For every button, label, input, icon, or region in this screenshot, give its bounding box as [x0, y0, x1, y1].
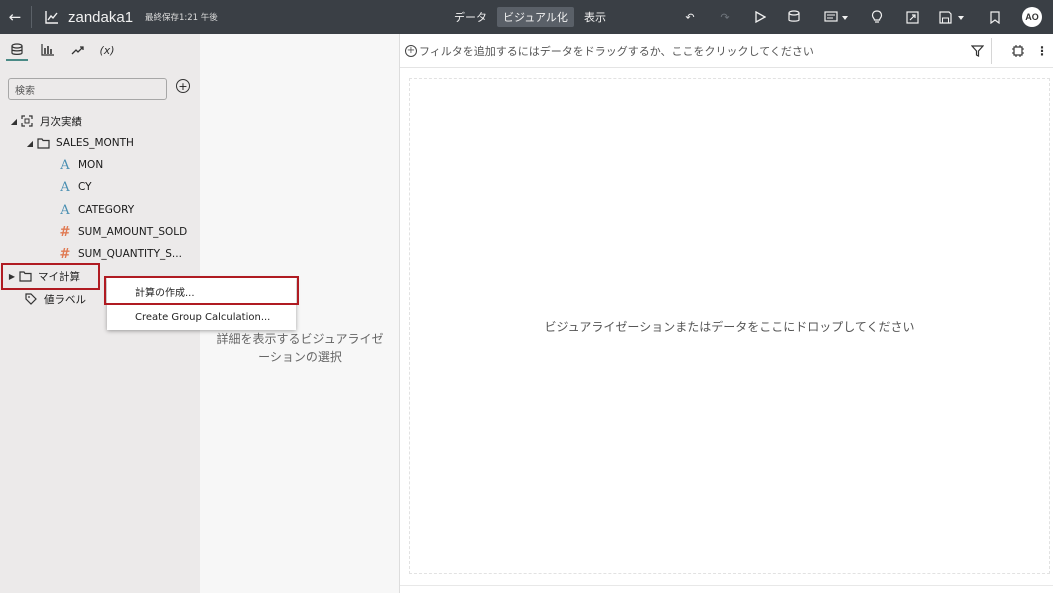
- comment-dropdown-icon[interactable]: [822, 0, 852, 34]
- tree-item-label: SALES_MONTH: [56, 137, 134, 149]
- redo-icon[interactable]: ↷: [715, 0, 735, 34]
- save-status: 最終保存1:21 午後: [145, 13, 218, 23]
- caret-down-icon[interactable]: ◢: [24, 139, 36, 148]
- back-arrow-icon[interactable]: ←: [6, 0, 24, 34]
- field-label: CY: [78, 181, 92, 193]
- filter-add-hint[interactable]: + フィルタを追加するにはデータをドラッグするか、ここをクリックしてください: [405, 43, 814, 59]
- properties-placeholder: 詳細を表示するビジュアライゼーションの選択: [216, 332, 384, 364]
- field-label: SUM_AMOUNT_SOLD: [78, 226, 188, 238]
- caret-down-icon[interactable]: ◢: [8, 117, 20, 126]
- grammar-panel-icon[interactable]: [1009, 42, 1027, 60]
- tree-field-cy[interactable]: A CY: [58, 177, 92, 197]
- save-dropdown-icon[interactable]: [938, 0, 968, 34]
- highlight-box-create-calculation: [104, 276, 299, 305]
- project-title[interactable]: zandaka1: [68, 0, 133, 34]
- tree-item-label: 月次実績: [40, 115, 82, 128]
- field-label: CATEGORY: [78, 204, 135, 216]
- visualizations-tab-icon[interactable]: [36, 39, 58, 61]
- data-tab-icon[interactable]: [6, 39, 28, 61]
- tree-item-monthly-results[interactable]: ◢ 月次実績: [8, 111, 82, 131]
- tab-data[interactable]: データ: [448, 7, 493, 27]
- add-filter-icon[interactable]: +: [405, 45, 417, 57]
- variables-tab-icon[interactable]: (x): [96, 39, 118, 61]
- tree-field-mon[interactable]: A MON: [58, 155, 103, 175]
- measure-hash-icon: #: [59, 246, 71, 262]
- run-icon[interactable]: [750, 0, 770, 34]
- attribute-icon: A: [60, 157, 70, 173]
- folder-icon: [36, 137, 50, 149]
- bookmark-icon[interactable]: [985, 0, 1005, 34]
- insights-bulb-icon[interactable]: [867, 0, 887, 34]
- filter-icon[interactable]: [968, 42, 986, 60]
- search-input[interactable]: 検索: [8, 78, 167, 100]
- refresh-data-icon[interactable]: [785, 0, 805, 34]
- tree-item-value-labels[interactable]: 値ラベル: [24, 289, 86, 309]
- add-data-icon[interactable]: +: [176, 79, 190, 93]
- tree-field-category[interactable]: A CATEGORY: [58, 200, 134, 220]
- dataset-icon: [20, 115, 34, 127]
- toolbar-divider: [31, 6, 32, 28]
- tab-visualize[interactable]: ビジュアル化: [497, 7, 574, 27]
- user-avatar[interactable]: AO: [1022, 7, 1042, 27]
- tab-present[interactable]: 表示: [578, 7, 612, 27]
- field-label: SUM_QUANTITY_S...: [78, 248, 182, 260]
- field-label: MON: [78, 159, 104, 171]
- measure-hash-icon: #: [59, 224, 71, 240]
- canvas-drop-zone[interactable]: ビジュアライゼーションまたはデータをここにドロップしてください: [409, 78, 1050, 574]
- highlight-box-my-calculations: [1, 263, 100, 290]
- undo-icon[interactable]: ↶: [680, 0, 700, 34]
- tree-field-sum-amount-sold[interactable]: # SUM_AMOUNT_SOLD: [58, 222, 188, 242]
- menu-item-create-group-calculation[interactable]: Create Group Calculation...: [107, 306, 296, 328]
- data-panel-tabs: (x): [0, 34, 200, 66]
- filter-bar[interactable]: + フィルタを追加するにはデータをドラッグするか、ここをクリックしてください ⋮: [400, 34, 1053, 68]
- tree-field-sum-quantity[interactable]: # SUM_QUANTITY_S...: [58, 244, 182, 264]
- tree-item-sales-month[interactable]: ◢ SALES_MONTH: [24, 133, 134, 153]
- export-icon[interactable]: [902, 0, 922, 34]
- tag-icon: [24, 293, 38, 305]
- drop-hint-text: ビジュアライゼーションまたはデータをここにドロップしてください: [544, 319, 915, 334]
- canvas-bottom-divider: [400, 585, 1053, 586]
- attribute-icon: A: [60, 179, 70, 195]
- tree-item-label: 値ラベル: [44, 293, 86, 306]
- top-toolbar: ← zandaka1 最終保存1:21 午後 データ ビジュアル化 表示 ↶ ↷…: [0, 0, 1053, 34]
- visualization-canvas: ビジュアライゼーションまたはデータをここにドロップしてください: [400, 68, 1053, 593]
- more-menu-icon[interactable]: ⋮: [1033, 42, 1051, 60]
- attribute-icon: A: [60, 202, 70, 218]
- filter-bar-divider: [991, 38, 992, 64]
- line-chart-icon: [44, 0, 60, 34]
- filter-hint-text: フィルタを追加するにはデータをドラッグするか、ここをクリックしてください: [419, 45, 814, 58]
- analytics-tab-icon[interactable]: [66, 39, 88, 61]
